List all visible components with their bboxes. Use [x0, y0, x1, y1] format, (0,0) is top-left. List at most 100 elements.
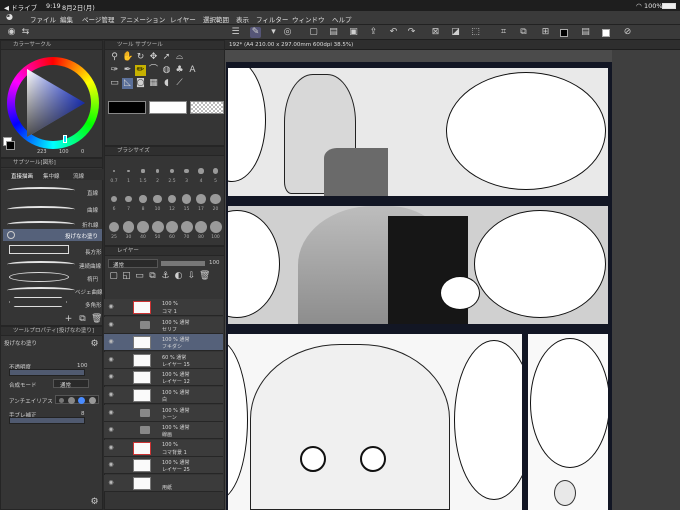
- move-icon[interactable]: ✥: [148, 52, 159, 63]
- polyline-preview[interactable]: [7, 221, 75, 228]
- brush-size-option[interactable]: 12: [165, 187, 179, 214]
- brush-size-option[interactable]: 6: [107, 187, 121, 214]
- flip-icon[interactable]: ⇆: [20, 27, 31, 38]
- redo-icon[interactable]: ↷: [406, 27, 417, 38]
- layer-row[interactable]: ◉ 用紙: [104, 475, 223, 492]
- layer-opacity-slider[interactable]: [161, 261, 205, 266]
- continuous-curve-preview[interactable]: [7, 261, 75, 268]
- stabilization-slider[interactable]: [9, 417, 85, 424]
- visibility-eye-icon[interactable]: ◉: [107, 409, 115, 417]
- new-file-icon[interactable]: ▢: [308, 27, 319, 38]
- brush-size-option[interactable]: 70: [180, 215, 194, 242]
- ellipse-preview[interactable]: [9, 272, 69, 282]
- crop-icon[interactable]: ⌗: [498, 27, 509, 38]
- rectangle-preview[interactable]: [9, 245, 69, 254]
- speech-bubble[interactable]: [530, 338, 608, 468]
- airbrush-icon[interactable]: ◍: [161, 65, 172, 76]
- text-icon[interactable]: A: [187, 65, 198, 76]
- visibility-eye-icon[interactable]: ◉: [107, 426, 115, 434]
- document-tab[interactable]: 192* (A4 210.00 x 297.00mm 600dpi 38.5%): [225, 40, 680, 50]
- antialias-selector[interactable]: [55, 395, 99, 404]
- brush-size-option[interactable]: 80: [194, 215, 208, 242]
- visibility-eye-icon[interactable]: ◉: [107, 479, 115, 487]
- merge-icon[interactable]: ⇩: [186, 271, 197, 282]
- visibility-eye-icon[interactable]: ◉: [107, 444, 115, 452]
- brush-size-option[interactable]: 30: [122, 215, 136, 242]
- subtool-curve[interactable]: 曲線: [87, 206, 98, 214]
- subtool-continuous-curve[interactable]: 連続曲線: [79, 262, 101, 270]
- tab-flow-lines[interactable]: 流線: [73, 172, 84, 180]
- subtool-rectangle[interactable]: 長方形: [85, 248, 102, 256]
- menu-view[interactable]: 表示: [236, 14, 249, 24]
- eye-icon[interactable]: ◉: [6, 27, 17, 38]
- reference-icon[interactable]: ⚓: [160, 271, 171, 282]
- figure-icon[interactable]: ◺: [122, 78, 133, 89]
- brush-size-option[interactable]: 2: [151, 159, 165, 186]
- subtool-straight-line[interactable]: 直線: [87, 189, 98, 197]
- comic-frame-4[interactable]: [528, 334, 608, 510]
- app-logo-icon[interactable]: ◕: [6, 12, 13, 21]
- toggle-icon[interactable]: ▤: [580, 27, 591, 38]
- visibility-eye-icon[interactable]: ◉: [107, 356, 115, 364]
- brush-size-option[interactable]: 100: [209, 215, 223, 242]
- visibility-eye-icon[interactable]: ◉: [107, 461, 115, 469]
- brush-size-option[interactable]: 4: [194, 159, 208, 186]
- menu-file[interactable]: ファイル: [30, 14, 56, 24]
- menu-page[interactable]: ページ管理: [82, 14, 114, 24]
- bezier-preview[interactable]: [7, 287, 75, 294]
- speech-bubble[interactable]: [454, 340, 522, 500]
- brush-size-option[interactable]: 40: [136, 215, 150, 242]
- clear-icon[interactable]: ⊠: [430, 27, 441, 38]
- saturation-triangle[interactable]: [19, 63, 91, 143]
- menu-filter[interactable]: フィルター: [256, 14, 288, 24]
- tab-direct-draw[interactable]: 直接描画: [11, 172, 33, 180]
- main-color-swatch[interactable]: [560, 29, 568, 37]
- layer-row[interactable]: ◉ 100 % コマ背景 1: [104, 439, 223, 457]
- new-layer-icon[interactable]: ▢: [108, 271, 119, 282]
- speech-bubble[interactable]: [228, 340, 248, 500]
- brush-size-option[interactable]: 25: [107, 215, 121, 242]
- lasso-icon[interactable]: ⌓: [174, 52, 185, 63]
- eraser-icon[interactable]: ▭: [109, 78, 120, 89]
- pen-icon[interactable]: ✒: [122, 65, 133, 76]
- speech-bubble[interactable]: [446, 72, 606, 190]
- brush-size-option[interactable]: 20: [209, 187, 223, 214]
- subtool-ellipse[interactable]: 楕円: [87, 275, 98, 283]
- speech-bubble[interactable]: [228, 210, 280, 318]
- clip-icon[interactable]: ⧉: [147, 271, 158, 282]
- subtool-polygon[interactable]: 多角形: [85, 301, 102, 309]
- blend-icon[interactable]: ◖: [161, 78, 172, 89]
- layer-row[interactable]: ◉ 60 % 通常 レイヤー 15: [104, 351, 223, 369]
- brush-size-option[interactable]: 0.7: [107, 159, 121, 186]
- menu-help[interactable]: ヘルプ: [332, 14, 352, 24]
- brush-size-option[interactable]: 3: [180, 159, 194, 186]
- canvas-pasteboard[interactable]: [612, 50, 680, 510]
- fg-color-swatch[interactable]: [6, 141, 15, 150]
- menu-layer[interactable]: レイヤー: [170, 14, 196, 24]
- record-icon[interactable]: ◎: [282, 27, 293, 38]
- visibility-eye-icon[interactable]: ◉: [107, 321, 115, 329]
- copy-subtool-icon[interactable]: ⧉: [77, 314, 88, 325]
- wrench-icon[interactable]: ⚙: [89, 339, 100, 350]
- layer-row[interactable]: ◉ 100 % 通常白: [104, 387, 223, 404]
- layer-row[interactable]: ◉ 100 % コマ 1: [104, 299, 223, 316]
- comic-frame-3[interactable]: [228, 334, 522, 510]
- visibility-eye-icon[interactable]: ◉: [107, 338, 115, 346]
- blend-mode-select[interactable]: 通常: [53, 379, 89, 389]
- add-subtool-icon[interactable]: +: [63, 314, 74, 325]
- subtool-bezier[interactable]: ベジェ曲線: [75, 288, 103, 296]
- pencil-icon[interactable]: ✏: [135, 65, 146, 76]
- eyedropper-icon[interactable]: ✑: [109, 65, 120, 76]
- subtool-lasso-fill-row[interactable]: 投げなわ塗り: [3, 229, 102, 241]
- grid-icon[interactable]: ⊞: [540, 27, 551, 38]
- edit-icon[interactable]: ✎: [250, 27, 261, 38]
- layer-row[interactable]: ◉ 100 % 通常 線画: [104, 422, 223, 440]
- select-icon[interactable]: ➚: [161, 52, 172, 63]
- layer-row[interactable]: ◉ 100 % 通常 レイヤー 12: [104, 369, 223, 387]
- decoration-icon[interactable]: ♣: [174, 65, 185, 76]
- visibility-eye-icon[interactable]: ◉: [107, 303, 115, 311]
- dropdown-icon[interactable]: ▾: [268, 27, 279, 38]
- hamburger-icon[interactable]: ☰: [230, 27, 241, 38]
- comic-frame-1[interactable]: [228, 68, 608, 196]
- transparent-icon[interactable]: ⊘: [622, 27, 633, 38]
